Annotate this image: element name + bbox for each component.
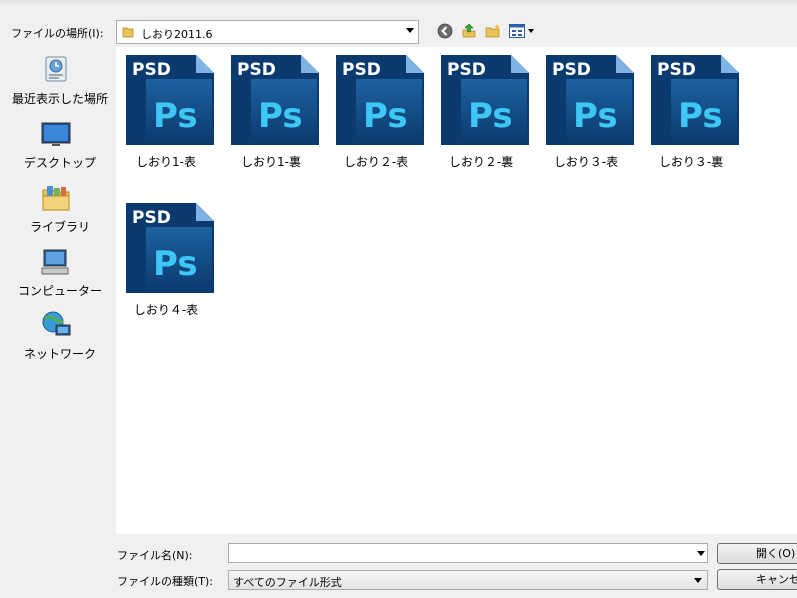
filetype-label: ファイルの種類(T): <box>117 575 214 588</box>
psd-badge-text: PSD <box>237 60 276 80</box>
psd-file-icon: PSD Ps <box>336 55 424 145</box>
psd-badge-text: PSD <box>552 60 591 80</box>
view-menu-button[interactable] <box>508 22 526 40</box>
folder-icon <box>122 27 134 38</box>
cancel-button[interactable]: キャンセル <box>717 569 797 590</box>
back-arrow-icon <box>437 23 453 39</box>
place-computer[interactable]: コンピューター <box>7 246 113 306</box>
chevron-down-icon[interactable] <box>694 578 702 583</box>
file-name: しおり２-表 <box>343 155 409 169</box>
file-name: しおり３-表 <box>553 155 619 169</box>
psd-file-icon: PSD Ps <box>546 55 634 145</box>
ps-logo-text: Ps <box>468 96 513 136</box>
psd-file-icon: PSD Ps <box>126 55 214 145</box>
navigation-toolbar <box>436 21 534 41</box>
back-button[interactable] <box>436 22 454 40</box>
file-name: しおり1-裏 <box>241 155 301 169</box>
file-item[interactable]: PSD Ps しおり２-表 <box>326 47 426 169</box>
recent-places-icon <box>45 56 67 82</box>
filename-label: ファイル名(N): <box>117 549 193 562</box>
place-label: 最近表示した場所 <box>11 92 108 106</box>
psd-file-icon: PSD Ps <box>651 55 739 145</box>
place-network[interactable]: ネットワーク <box>7 309 113 369</box>
ps-logo-text: Ps <box>363 96 408 136</box>
look-in-value: しおり2011.6 <box>141 28 213 41</box>
psd-file-icon: PSD Ps <box>126 203 214 293</box>
network-icon <box>42 311 71 336</box>
psd-badge-text: PSD <box>342 60 381 80</box>
chevron-down-icon[interactable] <box>406 28 414 33</box>
new-folder-button[interactable] <box>484 22 502 40</box>
places-bar: 最近表示した場所 デスクトップ ライブラリ コンピューター ネットワーク <box>7 50 113 536</box>
ps-logo-text: Ps <box>573 96 618 136</box>
ps-logo-text: Ps <box>678 96 723 136</box>
up-folder-button[interactable] <box>460 22 478 40</box>
ps-logo-text: Ps <box>153 96 198 136</box>
file-name: しおり1-表 <box>136 155 196 169</box>
place-label: コンピューター <box>17 284 102 298</box>
libraries-icon <box>42 186 70 211</box>
file-item[interactable]: PSD Ps しおり３-裏 <box>641 47 741 169</box>
file-name: しおり３-裏 <box>658 155 724 169</box>
psd-badge-text: PSD <box>657 60 696 80</box>
title-strip <box>0 0 797 7</box>
psd-badge-text: PSD <box>132 208 171 228</box>
computer-icon <box>41 249 69 275</box>
filename-input[interactable] <box>228 543 708 563</box>
look-in-dropdown[interactable]: しおり2011.6 <box>116 20 419 44</box>
place-label: デスクトップ <box>23 156 96 170</box>
look-in-label: ファイルの場所(I): <box>11 27 104 40</box>
new-folder-icon <box>485 24 500 38</box>
psd-badge-text: PSD <box>132 60 171 80</box>
place-label: ネットワーク <box>23 347 96 361</box>
place-libraries[interactable]: ライブラリ <box>7 182 113 242</box>
file-item[interactable]: PSD Ps しおり1-表 <box>116 47 216 169</box>
open-button[interactable]: 開く(O) <box>717 543 797 564</box>
ps-logo-text: Ps <box>258 96 303 136</box>
file-item[interactable]: PSD Ps しおり４-表 <box>116 195 216 317</box>
psd-badge-text: PSD <box>447 60 486 80</box>
file-name: しおり４-表 <box>133 303 199 317</box>
view-grid-icon <box>509 24 525 38</box>
file-item[interactable]: PSD Ps しおり２-裏 <box>431 47 531 169</box>
filetype-value: すべてのファイル形式 <box>233 576 342 589</box>
up-folder-icon <box>462 23 476 38</box>
open-file-dialog: ファイルの場所(I): しおり2011.6 最近表示した場所 デスクトップ ライ… <box>0 0 797 598</box>
ps-logo-text: Ps <box>153 244 198 284</box>
place-desktop[interactable]: デスクトップ <box>7 118 113 178</box>
file-item[interactable]: PSD Ps しおり1-裏 <box>221 47 321 169</box>
view-dropdown-icon[interactable] <box>528 29 534 33</box>
place-label: ライブラリ <box>29 220 90 234</box>
file-name: しおり２-裏 <box>448 155 514 169</box>
place-recent[interactable]: 最近表示した場所 <box>7 54 113 114</box>
filetype-dropdown[interactable]: すべてのファイル形式 <box>228 570 708 590</box>
file-item[interactable]: PSD Ps しおり３-表 <box>536 47 636 169</box>
file-list[interactable]: PSD Ps しおり1-表 PSD Ps しおり1-裏 PSD Ps しおり２-表 PSD Ps しお… <box>116 47 797 534</box>
desktop-icon <box>41 122 71 146</box>
psd-file-icon: PSD Ps <box>231 55 319 145</box>
psd-file-icon: PSD Ps <box>441 55 529 145</box>
